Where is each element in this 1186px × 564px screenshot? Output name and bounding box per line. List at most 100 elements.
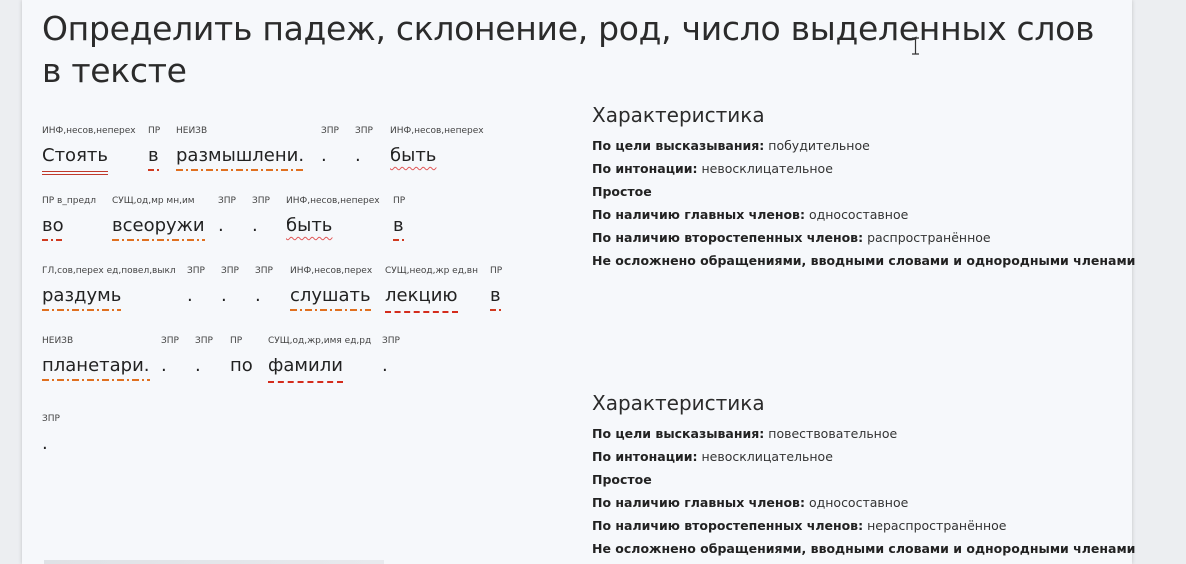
punctuation[interactable]: .	[355, 144, 361, 171]
morph-tag: ПР	[490, 266, 503, 276]
token[interactable]: ЗПР .	[187, 266, 205, 311]
secondary-members-value: распространённое	[867, 230, 991, 245]
main-members-value: односоставное	[808, 207, 909, 222]
morph-tag: ИНФ,несов,неперех	[390, 126, 484, 136]
token[interactable]: ГЛ,сов,перех ед,повел,выкл раздумь	[42, 266, 176, 311]
morph-tag: ПР	[230, 336, 243, 346]
secondary-members-value: нераспространённое	[867, 518, 1007, 533]
token[interactable]: ЗПР .	[42, 414, 60, 459]
word-object[interactable]: лекцию	[385, 284, 458, 313]
token[interactable]: СУЩ,неод,жр ед,вн лекцию	[385, 266, 478, 313]
morph-tag: ПР	[148, 126, 161, 136]
characteristics-panel-1: Характеристика По цели высказывания: поб…	[592, 102, 1135, 272]
punctuation[interactable]: .	[42, 432, 48, 459]
punctuation[interactable]: .	[218, 214, 224, 241]
token[interactable]: ЗПР .	[161, 336, 179, 381]
complication-row: Не осложнено обращениями, вводными слова…	[592, 537, 1135, 560]
intonation-value: невосклицательное	[701, 449, 833, 464]
purpose-value: повествовательное	[768, 426, 898, 441]
punctuation[interactable]: .	[252, 214, 258, 241]
word[interactable]: планетари.	[42, 354, 150, 381]
morph-tag: ЗПР	[255, 266, 273, 276]
punctuation[interactable]: .	[187, 284, 193, 311]
purpose-label: По цели высказывания:	[592, 426, 765, 441]
token[interactable]: ПР по	[230, 336, 253, 381]
intonation-label: По интонации:	[592, 161, 698, 176]
token[interactable]: ЗПР .	[355, 126, 373, 171]
token[interactable]: СУЩ,од,мр мн,им всеоружи	[112, 196, 205, 241]
main-members-row: По наличию главных членов: односоставное	[592, 491, 1122, 514]
simple-row: Простое	[592, 468, 1122, 491]
main-members-label: По наличию главных членов:	[592, 495, 805, 510]
morph-tag: СУЩ,неод,жр ед,вн	[385, 266, 478, 276]
word-predicate[interactable]: Стоять	[42, 144, 108, 175]
punctuation[interactable]: .	[321, 144, 327, 171]
main-members-label: По наличию главных членов:	[592, 207, 805, 222]
punctuation[interactable]: .	[255, 284, 261, 311]
main-members-row: По наличию главных членов: односоставное	[592, 203, 1122, 226]
word[interactable]: размышлени.	[176, 144, 305, 171]
word[interactable]: во	[42, 214, 64, 241]
intonation-row: По интонации: невосклицательное	[592, 445, 1122, 468]
word[interactable]: в	[490, 284, 501, 311]
morph-tag: ЗПР	[382, 336, 400, 346]
word[interactable]: слушать	[290, 284, 371, 311]
purpose-label: По цели высказывания:	[592, 138, 765, 153]
word[interactable]: быть	[286, 214, 332, 241]
token[interactable]: ИНФ,несов,неперех быть	[286, 196, 380, 241]
word[interactable]: раздумь	[42, 284, 122, 311]
token[interactable]: НЕИЗВ планетари.	[42, 336, 150, 381]
morph-tag: ИНФ,несов,неперех	[42, 126, 136, 136]
morph-tag: ЗПР	[187, 266, 205, 276]
morph-tag: ПР	[393, 196, 406, 206]
token[interactable]: ЗПР .	[255, 266, 273, 311]
word[interactable]: по	[230, 354, 253, 381]
complication-label: Не осложнено обращениями, вводными слова…	[592, 541, 1136, 556]
text-cursor-icon	[912, 37, 919, 55]
punctuation[interactable]: .	[195, 354, 201, 381]
token[interactable]: ПР в	[490, 266, 502, 311]
morph-tag: ЗПР	[221, 266, 239, 276]
morph-tag: ЗПР	[355, 126, 373, 136]
token[interactable]: ПР в_предл во	[42, 196, 96, 241]
token[interactable]: ЗПР .	[252, 196, 270, 241]
token[interactable]: ЗПР .	[221, 266, 239, 311]
bottom-edge	[44, 560, 384, 564]
intonation-row: По интонации: невосклицательное	[592, 157, 1122, 180]
characteristics-panel-2: Характеристика По цели высказывания: пов…	[592, 390, 1135, 560]
simple-label: Простое	[592, 472, 652, 487]
token[interactable]: НЕИЗВ размышлени.	[176, 126, 305, 171]
token[interactable]: ИНФ,несов,перех слушать	[290, 266, 372, 311]
main-members-value: односоставное	[808, 495, 909, 510]
word[interactable]: быть	[390, 144, 436, 171]
token[interactable]: ПР в	[148, 126, 160, 171]
secondary-members-label: По наличию второстепенных членов:	[592, 230, 864, 245]
intonation-label: По интонации:	[592, 449, 698, 464]
characteristics-heading: Характеристика	[592, 103, 765, 127]
token[interactable]: ЗПР .	[382, 336, 400, 381]
token[interactable]: ИНФ,несов,неперех быть	[390, 126, 484, 171]
morph-tag: СУЩ,од,жр,имя ед,рд	[268, 336, 372, 346]
complication-row: Не осложнено обращениями, вводными слова…	[592, 249, 1135, 272]
token[interactable]: СУЩ,од,жр,имя ед,рд фамили	[268, 336, 371, 383]
token[interactable]: ПР в	[393, 196, 405, 241]
morph-tag: ПР в_предл	[42, 196, 96, 206]
word-object[interactable]: фамили	[268, 354, 343, 383]
token[interactable]: ЗПР .	[195, 336, 213, 381]
punctuation[interactable]: .	[221, 284, 227, 311]
morph-tag: ЗПР	[195, 336, 213, 346]
simple-row: Простое	[592, 180, 1122, 203]
characteristics-heading: Характеристика	[592, 391, 765, 415]
word[interactable]: в	[393, 214, 404, 241]
token[interactable]: ЗПР .	[321, 126, 339, 171]
morph-tag: ИНФ,несов,перех	[290, 266, 373, 276]
punctuation[interactable]: .	[161, 354, 167, 381]
purpose-row: По цели высказывания: побудительное	[592, 134, 1122, 157]
token[interactable]: ЗПР .	[218, 196, 236, 241]
punctuation[interactable]: .	[382, 354, 388, 381]
morph-tag: ЗПР	[252, 196, 270, 206]
token[interactable]: ИНФ,несов,неперех Стоять	[42, 126, 136, 175]
secondary-members-label: По наличию второстепенных членов:	[592, 518, 864, 533]
word[interactable]: всеоружи	[112, 214, 205, 241]
word[interactable]: в	[148, 144, 159, 171]
